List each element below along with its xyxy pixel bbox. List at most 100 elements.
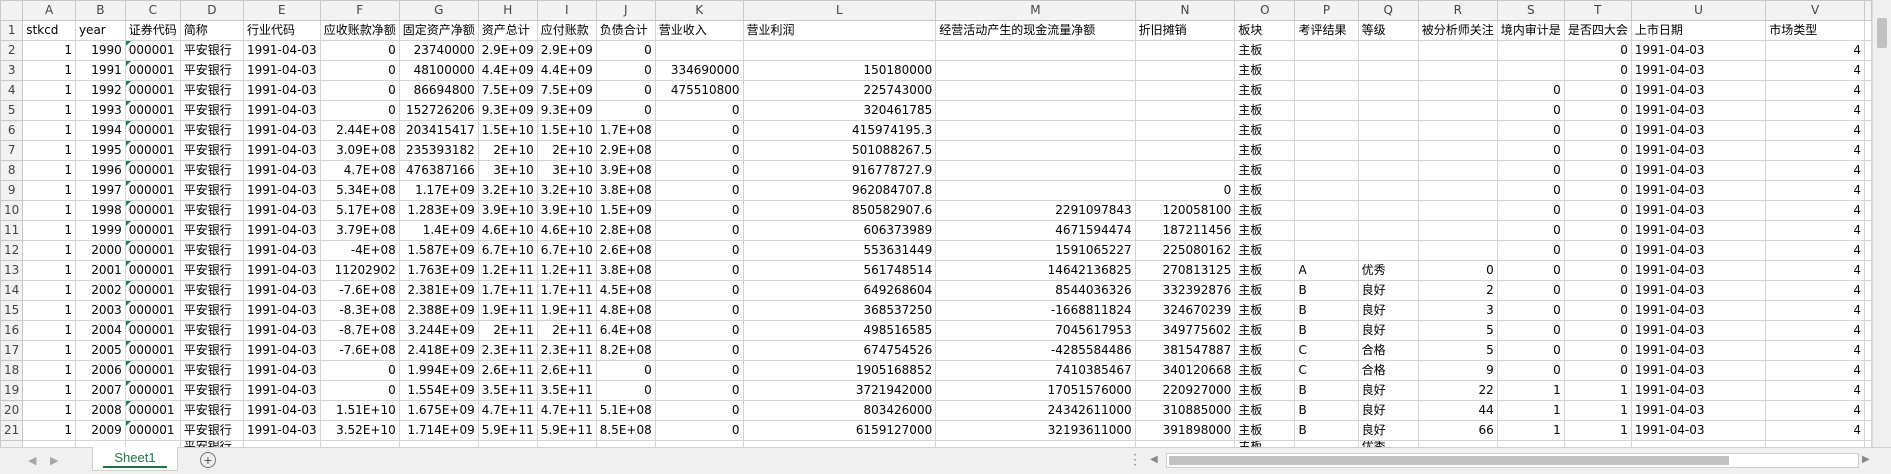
table-cell[interactable]: 主板 — [1234, 360, 1296, 381]
table-cell[interactable] — [1417, 240, 1498, 261]
table-cell[interactable]: 3.2E+10 — [477, 180, 538, 201]
column-header-e[interactable]: E — [242, 0, 321, 21]
table-cell[interactable]: 1.2E+11 — [536, 260, 597, 281]
table-cell[interactable]: 1 — [22, 60, 76, 81]
table-cell[interactable] — [1294, 180, 1359, 201]
table-cell[interactable]: 1991-04-03 — [1630, 100, 1767, 121]
table-cell[interactable]: 1.2E+11 — [477, 260, 538, 281]
table-cell[interactable]: 0 — [319, 60, 400, 81]
table-cell[interactable]: 270813125 — [1134, 260, 1236, 281]
table-cell[interactable]: 0 — [1563, 240, 1632, 261]
table-cell[interactable]: 1991-04-03 — [1630, 200, 1767, 221]
table-cell[interactable]: -7.6E+08 — [319, 280, 400, 301]
table-cell[interactable]: C — [1294, 340, 1359, 361]
table-cell[interactable]: 1991-04-03 — [1630, 220, 1767, 241]
table-cell[interactable] — [1864, 220, 1872, 241]
table-cell[interactable] — [1864, 120, 1872, 141]
table-cell[interactable] — [1864, 300, 1872, 321]
table-cell[interactable]: 0 — [1496, 200, 1565, 221]
table-cell[interactable]: 1 — [22, 360, 76, 381]
table-cell[interactable]: 32193611000 — [935, 420, 1136, 441]
table-cell[interactable]: 1905168852 — [742, 360, 937, 381]
table-cell[interactable] — [1357, 180, 1419, 201]
table-cell[interactable]: 0 — [1496, 260, 1565, 281]
header-cell[interactable]: 考评结果 — [1294, 20, 1359, 41]
table-cell[interactable]: 1995 — [74, 140, 126, 161]
table-cell[interactable]: 1991-04-03 — [1630, 360, 1767, 381]
table-cell[interactable] — [935, 120, 1136, 141]
table-cell[interactable]: 225080162 — [1134, 240, 1236, 261]
table-cell[interactable]: 1991-04-03 — [242, 420, 321, 441]
table-cell[interactable]: 平安银行 — [179, 240, 244, 261]
column-header-k[interactable]: K — [654, 0, 744, 21]
header-cell[interactable]: 等级 — [1357, 20, 1419, 41]
table-cell[interactable]: 2005 — [74, 340, 126, 361]
table-cell[interactable]: 0 — [1496, 80, 1565, 101]
table-cell[interactable]: 1 — [22, 240, 76, 261]
table-cell[interactable]: 0 — [1563, 180, 1632, 201]
table-cell[interactable]: 0 — [654, 220, 744, 241]
table-cell[interactable] — [1864, 280, 1872, 301]
table-cell[interactable]: 2.381E+09 — [398, 280, 479, 301]
table-cell[interactable]: 1 — [22, 340, 76, 361]
table-cell[interactable]: 0 — [654, 300, 744, 321]
table-cell[interactable] — [1417, 140, 1498, 161]
table-cell[interactable]: 0 — [1496, 300, 1565, 321]
table-cell[interactable]: 0 — [654, 180, 744, 201]
table-cell[interactable]: 1.4E+09 — [398, 220, 479, 241]
table-cell[interactable]: 000001 — [124, 360, 181, 381]
table-cell[interactable] — [1294, 240, 1359, 261]
column-header-c[interactable]: C — [124, 0, 181, 21]
table-cell[interactable]: 2003 — [74, 300, 126, 321]
table-cell[interactable]: 1 — [22, 220, 76, 241]
table-cell[interactable]: 4 — [1765, 300, 1865, 321]
column-header-h[interactable]: H — [477, 0, 538, 21]
header-cell[interactable]: year — [74, 20, 126, 41]
table-cell[interactable]: 0 — [595, 40, 656, 61]
table-cell[interactable]: 主板 — [1234, 320, 1296, 341]
table-cell[interactable]: 平安银行 — [179, 320, 244, 341]
vertical-scrollbar[interactable] — [1872, 0, 1891, 447]
table-cell[interactable]: 主板 — [1234, 240, 1296, 261]
column-header-p[interactable]: P — [1294, 0, 1359, 21]
table-cell[interactable]: 1991-04-03 — [242, 180, 321, 201]
table-cell[interactable]: 平安银行 — [179, 300, 244, 321]
table-cell[interactable]: -8.3E+08 — [319, 300, 400, 321]
table-cell[interactable]: 1991-04-03 — [242, 400, 321, 421]
header-cell[interactable]: 行业代码 — [242, 20, 321, 41]
table-cell[interactable]: 1991-04-03 — [1630, 320, 1767, 341]
table-cell[interactable]: 553631449 — [742, 240, 937, 261]
table-cell[interactable]: 3 — [1417, 300, 1498, 321]
table-cell[interactable]: 561748514 — [742, 260, 937, 281]
table-cell[interactable]: 1 — [22, 300, 76, 321]
row-header[interactable]: 9 — [0, 180, 24, 201]
table-cell[interactable]: 0 — [1563, 60, 1632, 81]
table-cell[interactable] — [1357, 240, 1419, 261]
header-cell[interactable] — [1864, 20, 1872, 41]
table-cell[interactable]: 平安银行 — [179, 140, 244, 161]
table-cell[interactable]: 5 — [1417, 340, 1498, 361]
table-cell[interactable] — [1357, 220, 1419, 241]
table-cell[interactable]: 合格 — [1357, 340, 1419, 361]
row-header[interactable]: 14 — [0, 280, 24, 301]
table-cell[interactable]: 主板 — [1234, 100, 1296, 121]
table-cell[interactable]: 6.7E+10 — [477, 240, 538, 261]
table-cell[interactable]: 4 — [1765, 260, 1865, 281]
header-cell[interactable]: 负债合计 — [595, 20, 656, 41]
scroll-left-icon[interactable]: ◀ — [1150, 454, 1158, 465]
table-cell[interactable]: 5 — [1417, 320, 1498, 341]
table-cell[interactable]: 1.5E+09 — [595, 200, 656, 221]
table-cell[interactable]: 4 — [1765, 380, 1865, 401]
table-cell[interactable] — [1134, 60, 1236, 81]
table-cell[interactable]: -8.7E+08 — [319, 320, 400, 341]
table-cell[interactable]: 0 — [654, 140, 744, 161]
table-cell[interactable]: 674754526 — [742, 340, 937, 361]
header-cell[interactable]: 经营活动产生的现金流量净额 — [935, 20, 1136, 41]
table-cell[interactable]: 66 — [1417, 420, 1498, 441]
table-cell[interactable]: 1990 — [74, 40, 126, 61]
table-cell[interactable]: 2.44E+08 — [319, 120, 400, 141]
table-cell[interactable]: 187211456 — [1134, 220, 1236, 241]
table-cell[interactable]: 1.51E+10 — [319, 400, 400, 421]
table-cell[interactable]: 23740000 — [398, 40, 479, 61]
table-cell[interactable] — [1496, 60, 1565, 81]
